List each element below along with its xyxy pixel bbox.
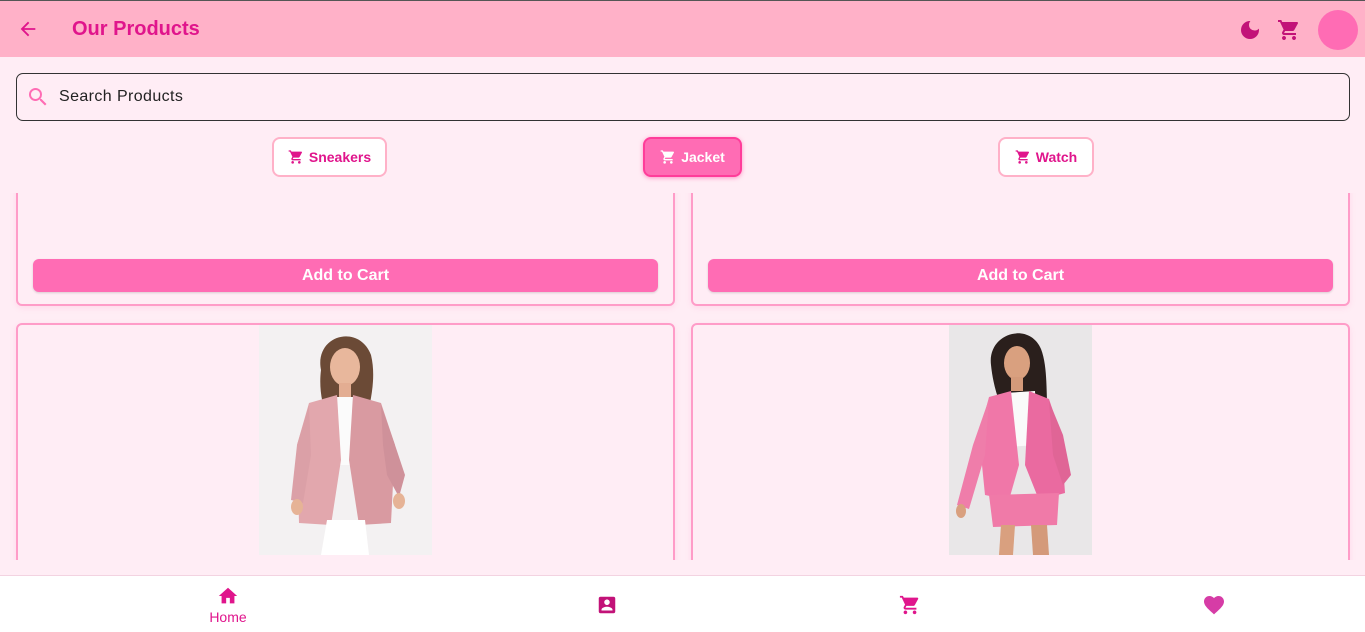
- cart-icon: [288, 150, 302, 164]
- chip-label: Jacket: [681, 149, 725, 165]
- nav-label: Home: [209, 608, 247, 625]
- app-bar: Our Products: [0, 0, 1365, 57]
- cart-icon: [1015, 150, 1029, 164]
- chip-label: Watch: [1035, 149, 1078, 165]
- chip-label: Sneakers: [308, 149, 372, 165]
- category-chip-sneakers[interactable]: Sneakers: [272, 137, 387, 177]
- category-chip-jacket[interactable]: Jacket: [643, 137, 742, 177]
- nav-cart[interactable]: [870, 576, 950, 632]
- cart-icon: [660, 150, 675, 164]
- add-to-cart-button[interactable]: Add to Cart: [33, 259, 658, 292]
- contact-icon: [598, 596, 616, 613]
- cart-icon: [1278, 20, 1299, 40]
- heart-icon: [1204, 595, 1224, 614]
- nav-profile[interactable]: [567, 576, 647, 632]
- search-icon: [29, 88, 47, 106]
- search-field[interactable]: [16, 73, 1350, 121]
- nav-home[interactable]: Home: [188, 576, 268, 632]
- product-card: Add to Cart: [691, 193, 1350, 306]
- product-grid[interactable]: Add to Cart Add to Cart: [0, 193, 1365, 560]
- product-card: [691, 323, 1350, 560]
- page-title: Our Products: [72, 18, 200, 40]
- category-chip-watch[interactable]: Watch: [998, 137, 1094, 177]
- moon-icon: [1241, 21, 1259, 39]
- home-icon: [218, 587, 238, 603]
- product-card: Add to Cart: [16, 193, 675, 306]
- arrow-back-icon: [20, 21, 36, 37]
- avatar[interactable]: [1318, 10, 1358, 50]
- cart-button[interactable]: [1277, 18, 1301, 42]
- product-image-pink-blazer[interactable]: [259, 325, 432, 555]
- cart-icon: [899, 595, 919, 614]
- search-input[interactable]: [59, 75, 1339, 119]
- bottom-navigation: Home: [0, 575, 1365, 632]
- product-card: [16, 323, 675, 560]
- product-image-pink-blazer-set[interactable]: [949, 325, 1092, 555]
- theme-toggle-button[interactable]: [1238, 18, 1262, 42]
- back-button[interactable]: [14, 15, 42, 43]
- nav-favorites[interactable]: [1174, 576, 1254, 632]
- add-to-cart-button[interactable]: Add to Cart: [708, 259, 1333, 292]
